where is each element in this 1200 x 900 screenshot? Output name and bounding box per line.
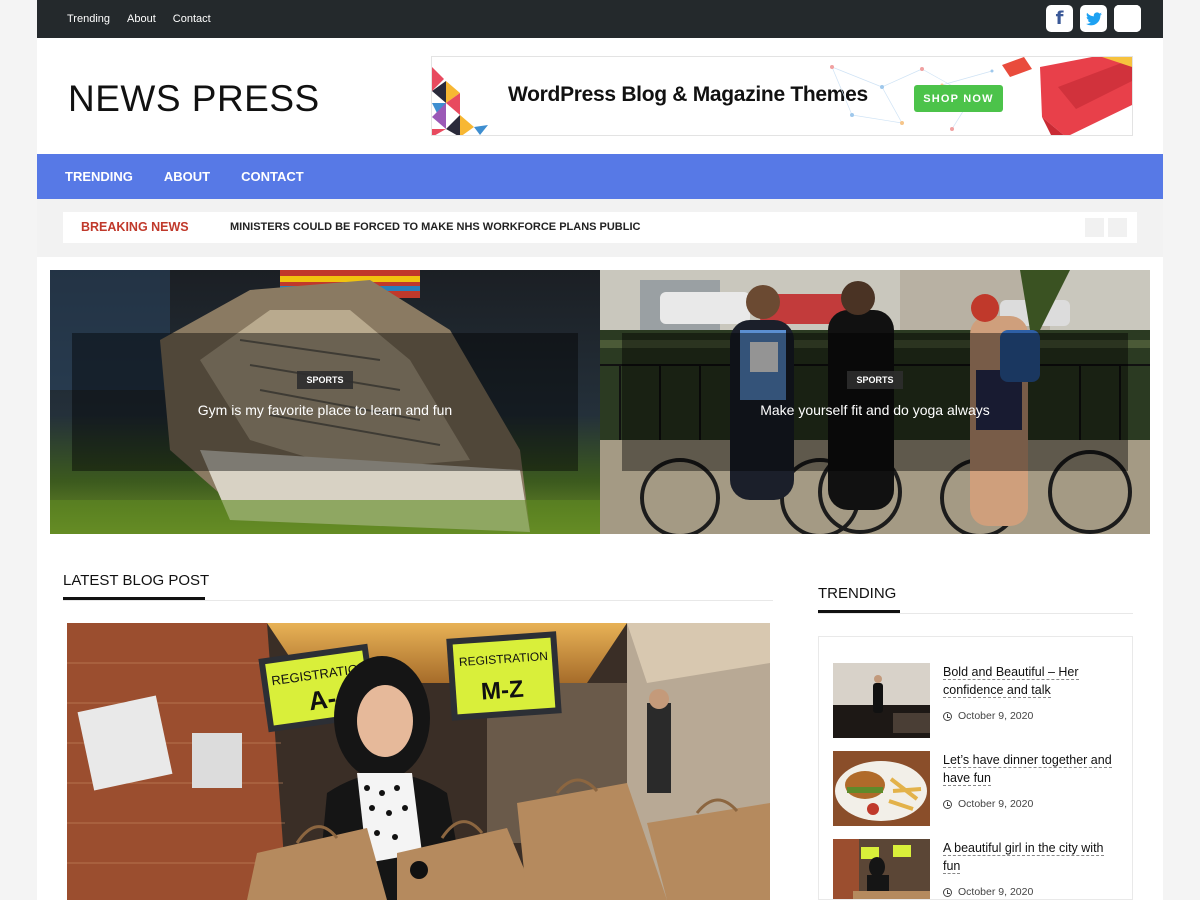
breaking-news-headline[interactable]: MINISTERS COULD BE FORCED TO MAKE NHS WO… — [230, 221, 640, 233]
social-links: f You Tube — [1046, 5, 1141, 32]
trending-date-text: October 9, 2020 — [958, 798, 1034, 810]
breaking-prev-button[interactable] — [1085, 218, 1104, 237]
breaking-news-bar: BREAKING NEWS MINISTERS COULD BE FORCED … — [63, 212, 1137, 243]
featured-post-2[interactable]: SPORTS Make yourself fit and do yoga alw… — [600, 270, 1150, 534]
trending-date: October 9, 2020 — [943, 710, 1033, 722]
top-nav: Trending About Contact — [67, 0, 211, 38]
latest-post-image[interactable]: REGISTRATION A- REGISTRATION M-Z — [67, 623, 770, 900]
trending-date-text: October 9, 2020 — [958, 886, 1034, 898]
breaking-news-label: BREAKING NEWS — [81, 220, 189, 234]
main-nav-trending[interactable]: TRENDING — [65, 169, 133, 184]
shop-now-button[interactable]: SHOP NOW — [914, 85, 1003, 112]
trending-section-title: TRENDING — [818, 585, 897, 602]
trending-thumb[interactable] — [833, 839, 930, 899]
clock-icon — [943, 799, 952, 809]
latest-section-divider — [63, 600, 773, 601]
featured-title[interactable]: Gym is my favorite place to learn and fu… — [50, 402, 600, 418]
main-nav: TRENDING ABOUT CONTACT — [37, 154, 1163, 199]
trending-thumb-burger — [833, 751, 930, 826]
clock-icon — [943, 711, 952, 721]
trending-title[interactable]: Bold and Beautiful – Her confidence and … — [943, 663, 1115, 699]
trending-thumb-runway — [833, 663, 930, 738]
sign-mz-letters: M-Z — [480, 676, 524, 706]
youtube-text-top: You — [1114, 5, 1141, 19]
sign-mz — [446, 631, 562, 721]
top-bar: Trending About Contact f You Tube — [37, 0, 1163, 38]
featured-category-wrap: SPORTS — [600, 370, 1150, 389]
trending-item-1: Bold and Beautiful – Her confidence and … — [833, 663, 1123, 739]
trending-title-text[interactable]: A beautiful girl in the city with fun — [943, 841, 1104, 874]
featured-category-badge[interactable]: SPORTS — [847, 371, 903, 389]
trending-date: October 9, 2020 — [943, 798, 1033, 810]
trending-section-divider — [818, 613, 1133, 614]
trending-title-text[interactable]: Let’s have dinner together and have fun — [943, 753, 1112, 786]
facebook-icon[interactable]: f — [1046, 5, 1073, 32]
trending-thumb[interactable] — [833, 751, 930, 826]
trending-list: Bold and Beautiful – Her confidence and … — [818, 636, 1133, 900]
featured-category-badge[interactable]: SPORTS — [297, 371, 353, 389]
latest-section-title: LATEST BLOG POST — [63, 572, 210, 589]
trending-title-text[interactable]: Bold and Beautiful – Her confidence and … — [943, 665, 1079, 698]
main-nav-contact[interactable]: CONTACT — [241, 169, 304, 184]
twitter-icon[interactable] — [1080, 5, 1107, 32]
banner-stripes-graphic — [1002, 57, 1132, 135]
top-nav-trending[interactable]: Trending — [67, 13, 110, 25]
top-nav-contact[interactable]: Contact — [173, 13, 211, 25]
banner-triangles-graphic — [432, 67, 488, 135]
breaking-news-section: BREAKING NEWS MINISTERS COULD BE FORCED … — [37, 199, 1163, 257]
featured-title[interactable]: Make yourself fit and do yoga always — [600, 402, 1150, 418]
header-banner-ad[interactable]: WordPress Blog & Magazine Themes SHOP NO… — [431, 56, 1133, 136]
main-nav-about[interactable]: ABOUT — [164, 169, 210, 184]
breaking-next-button[interactable] — [1108, 218, 1127, 237]
trending-date-text: October 9, 2020 — [958, 710, 1034, 722]
youtube-logo: You Tube — [1114, 5, 1141, 32]
top-nav-about[interactable]: About — [127, 13, 156, 25]
trending-thumb[interactable] — [833, 663, 930, 738]
youtube-icon[interactable]: You Tube — [1114, 5, 1141, 32]
site-logo[interactable]: NEWS PRESS — [68, 78, 320, 120]
page: Trending About Contact f You Tube NEWS P… — [37, 0, 1163, 900]
trending-title[interactable]: Let’s have dinner together and have fun — [943, 751, 1115, 787]
featured-category-wrap: SPORTS — [50, 370, 600, 389]
trending-date: October 9, 2020 — [943, 886, 1033, 898]
latest-post-photo-registration: REGISTRATION A- REGISTRATION M-Z — [67, 623, 770, 900]
trending-item-2: Let’s have dinner together and have fun … — [833, 751, 1123, 827]
trending-item-3: A beautiful girl in the city with fun Oc… — [833, 839, 1123, 899]
sign-a-letters: A- — [307, 683, 338, 717]
trending-thumb-registration — [833, 839, 930, 899]
featured-post-1[interactable]: SPORTS Gym is my favorite place to learn… — [50, 270, 600, 534]
youtube-text-bottom: Tube — [1114, 18, 1141, 32]
trending-title[interactable]: A beautiful girl in the city with fun — [943, 839, 1115, 875]
clock-icon — [943, 887, 952, 897]
